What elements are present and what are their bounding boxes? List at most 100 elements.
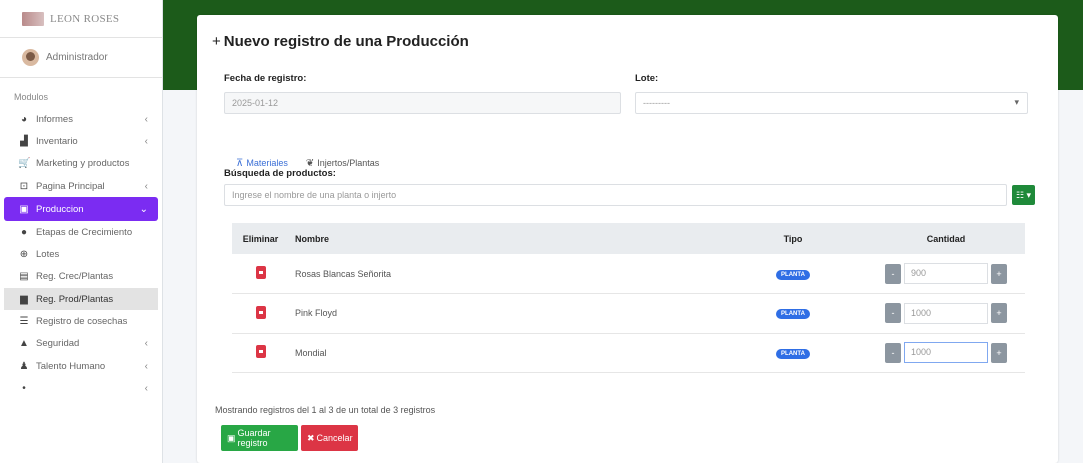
search-options-button[interactable]: ☷ ▾	[1012, 185, 1035, 205]
decrement-button[interactable]: -	[885, 303, 901, 324]
link-icon: ⊕	[19, 249, 29, 261]
plus-icon: +	[212, 33, 221, 50]
header-nombre: Nombre	[289, 223, 719, 254]
search-label: Búsqueda de productos:	[224, 168, 336, 179]
book-icon: ▆	[20, 293, 28, 305]
cell-tipo: PLANTA	[719, 333, 867, 373]
sidebar-item-5[interactable]: ● Etapas de Crecimiento	[4, 221, 158, 243]
header-eliminar: Eliminar	[232, 223, 289, 254]
sidebar-item-3[interactable]: ⊡ Pagina Principal ‹	[4, 175, 158, 197]
type-badge: PLANTA	[776, 269, 810, 280]
type-badge: PLANTA	[776, 348, 810, 359]
chart-icon: ◕	[20, 113, 28, 125]
brand-logo-icon	[22, 11, 44, 26]
decrement-button[interactable]: -	[885, 263, 901, 284]
sidebar-item-label: Etapas de Crecimiento	[36, 226, 133, 238]
save-button-label: Guardar registro	[237, 428, 271, 448]
cell-cantidad: -900 +	[867, 254, 1025, 294]
boxes-icon: ▟	[20, 135, 28, 147]
trash-icon[interactable]	[255, 345, 266, 359]
tint-icon: ●	[20, 226, 28, 238]
avatar	[22, 49, 39, 66]
cart-icon: 🛒	[18, 158, 31, 170]
chevron-icon: ⌄	[139, 203, 148, 215]
lote-label: Lote:	[635, 73, 659, 84]
sidebar-item-label: Lotes	[36, 249, 60, 261]
sidebar-nav: ◕ Informes ‹ ▟ Inventario ‹ 🛒 Marketing y produ…	[0, 108, 162, 400]
lote-select-value: ---------	[643, 98, 670, 108]
chevron-icon: ‹	[144, 360, 148, 372]
quantity-input[interactable]: 1000	[904, 302, 988, 324]
increment-button[interactable]: +	[991, 303, 1007, 324]
search-input[interactable]: Ingrese el nombre de una planta o injert…	[224, 184, 1007, 206]
list-icon: ☰	[19, 316, 29, 328]
sidebar-item-label: Seguridad	[36, 338, 80, 350]
sidebar-item-10[interactable]: ▲ Seguridad ‹	[4, 333, 158, 355]
sidebar-item-12[interactable]: • ‹	[4, 377, 158, 399]
brand[interactable]: LEON ROSES	[0, 0, 162, 38]
cell-cantidad: -1000 +	[867, 293, 1025, 334]
sidebar-item-6[interactable]: ⊕ Lotes	[4, 243, 158, 265]
quantity-input[interactable]: 1000	[904, 342, 988, 364]
date-field[interactable]: 2025-01-12	[224, 92, 621, 114]
sidebar-item-label: Marketing y productos	[36, 158, 130, 170]
quantity-input[interactable]: 900	[904, 263, 988, 284]
cell-nombre: Rosas Blancas Señorita	[289, 254, 719, 294]
nav-section-header: Modulos	[14, 92, 49, 102]
products-table: Eliminar Nombre Tipo Cantidad Rosas Blan…	[232, 223, 1025, 373]
lote-select[interactable]: --------- ▾	[635, 92, 1028, 114]
increment-button[interactable]: +	[991, 263, 1007, 284]
type-badge: PLANTA	[776, 309, 810, 320]
sidebar-item-1[interactable]: ▟ Inventario ‹	[4, 130, 158, 152]
users-icon: ♟	[19, 360, 29, 372]
production-form-card: + Nuevo registro de una Producción Fecha …	[197, 15, 1058, 463]
page-title-text: Nuevo registro de una Producción	[223, 33, 469, 50]
cell-eliminar	[232, 254, 289, 294]
chevron-icon: ‹	[144, 135, 148, 147]
quantity-stepper: -1000 +	[873, 342, 1019, 364]
sidebar-item-0[interactable]: ◕ Informes ‹	[4, 108, 158, 130]
cell-tipo: PLANTA	[719, 293, 867, 334]
sidebar-item-label: Produccion	[36, 203, 84, 215]
brand-name: LEON ROSES	[50, 12, 120, 25]
save-button[interactable]: ▣ Guardar registro	[221, 425, 298, 451]
decrement-button[interactable]: -	[885, 342, 901, 363]
tab-injertos-label: Injertos/Plantas	[317, 158, 380, 168]
table-icon: ▤	[19, 271, 29, 283]
tag-icon: ⊡	[19, 180, 29, 192]
trash-icon[interactable]	[255, 266, 266, 279]
quantity-stepper: -900 +	[873, 263, 1019, 284]
sidebar-item-label: Informes	[36, 113, 73, 125]
date-label: Fecha de registro:	[224, 73, 307, 84]
sidebar-item-label: Inventario	[36, 135, 78, 147]
sidebar: LEON ROSES Administrador Modulos ◕ Inform…	[0, 0, 163, 463]
sidebar-item-11[interactable]: ♟ Talento Humano ‹	[4, 355, 158, 377]
user-panel[interactable]: Administrador	[0, 38, 162, 78]
cancel-button-label: Cancelar	[316, 433, 353, 443]
table-row: Mondial PLANTA -1000 +	[232, 333, 1025, 373]
sitemap-icon: ⊼	[236, 157, 244, 169]
save-icon: ▣	[227, 432, 236, 443]
chevron-icon: ‹	[144, 338, 148, 350]
chevron-icon: ‹	[144, 382, 148, 394]
table-row: Rosas Blancas Señorita PLANTA -900 +	[232, 254, 1025, 294]
table-row: Pink Floyd PLANTA -1000 +	[232, 293, 1025, 334]
lock-icon: ▲	[19, 338, 29, 350]
sidebar-item-2[interactable]: 🛒 Marketing y productos	[4, 153, 158, 175]
sidebar-item-label: Pagina Principal	[36, 180, 105, 192]
sidebar-item-label: Registro de cosechas	[36, 316, 128, 328]
cell-eliminar	[232, 293, 289, 334]
table-summary: Mostrando registros del 1 al 3 de un tot…	[215, 405, 436, 415]
list-icon: ☷ ▾	[1015, 189, 1032, 200]
table-header-row: Eliminar Nombre Tipo Cantidad	[232, 223, 1025, 254]
cancel-button[interactable]: ✖ Cancelar	[301, 425, 358, 451]
sidebar-item-label: Reg. Prod/Plantas	[36, 293, 114, 305]
sidebar-item-4[interactable]: ▣ Produccion ⌄	[4, 197, 158, 222]
sidebar-item-9[interactable]: ☰ Registro de cosechas	[4, 310, 158, 332]
sidebar-item-8[interactable]: ▆ Reg. Prod/Plantas	[4, 288, 158, 311]
increment-button[interactable]: +	[991, 342, 1007, 363]
seedling-icon: ❦	[305, 157, 315, 169]
chevron-icon: ‹	[144, 113, 148, 125]
trash-icon[interactable]	[255, 305, 266, 319]
sidebar-item-7[interactable]: ▤ Reg. Crec/Plantas	[4, 266, 158, 288]
